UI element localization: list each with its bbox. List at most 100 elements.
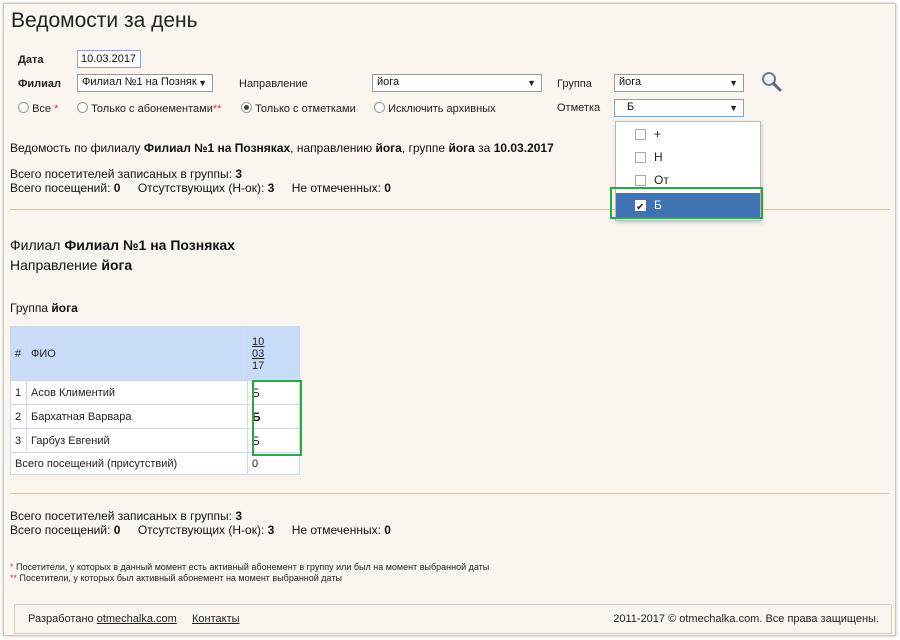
- row-name: Гарбуз Евгений: [26, 428, 248, 453]
- row-mark[interactable]: Б: [247, 428, 300, 453]
- date-day-link[interactable]: 10: [252, 336, 295, 348]
- direction-select-value: йога: [377, 76, 400, 88]
- page-title: Ведомости за день: [11, 9, 198, 32]
- checkbox-checked[interactable]: [635, 196, 646, 220]
- mark-option-label: +: [654, 127, 662, 141]
- col-name-header: ФИО: [26, 326, 248, 381]
- visits-value: 0: [113, 181, 121, 195]
- radio-subscriptions-control[interactable]: [77, 102, 88, 113]
- row-mark[interactable]: Б: [247, 404, 300, 429]
- radio-with-marks-control[interactable]: [241, 102, 252, 113]
- enrolled-label: Всего посетителей записаных в группы:: [10, 167, 233, 181]
- radio-all-asterisk: *: [54, 103, 59, 115]
- summary-direction: йога: [375, 141, 402, 155]
- mark-option-plus[interactable]: +: [616, 123, 760, 145]
- checkbox[interactable]: [635, 129, 646, 140]
- branch-select-value: Филиал №1 на Позняк: [82, 76, 197, 88]
- section-group-prefix: Группа: [10, 301, 49, 315]
- total-label: Всего посещений (присутствий): [10, 452, 248, 475]
- radio-all-label: Все: [32, 103, 52, 115]
- chevron-down-icon: ▼: [729, 103, 738, 113]
- enrolled-stat: Всего посетителей записаных в группы: 3: [10, 167, 242, 181]
- radio-exclude-archived[interactable]: Исключить архивных: [374, 102, 496, 115]
- mark-select[interactable]: Б ▼: [614, 99, 744, 117]
- page-frame: Ведомости за день Дата 10.03.2017 Филиал…: [3, 3, 896, 636]
- absent-label: Отсутствующих (Н-ок):: [137, 523, 265, 537]
- attendance-table: # ФИО 10 03 17 1 Асов Климентий Б 2 Барх…: [10, 326, 300, 475]
- enrolled-value: 3: [235, 509, 243, 523]
- col-date-header[interactable]: 10 03 17: [247, 326, 300, 381]
- row-num: 1: [10, 380, 27, 405]
- site-link[interactable]: otmechalka.com: [97, 613, 177, 625]
- group-label: Группа: [557, 78, 592, 90]
- visits-stats-bottom: Всего посещений: 0 Отсутствующих (Н-ок):…: [10, 523, 391, 537]
- summary-group: йога: [448, 141, 475, 155]
- radio-subscriptions-label: Только с абонементами: [91, 103, 213, 115]
- radio-with-marks-label: Только с отметками: [255, 103, 356, 115]
- direction-select[interactable]: йога ▼: [372, 74, 542, 92]
- enrolled-value: 3: [235, 167, 243, 181]
- visits-value: 0: [113, 523, 121, 537]
- mark-option-b[interactable]: Б: [616, 193, 760, 220]
- unmarked-label: Не отмеченных:: [291, 181, 381, 195]
- search-icon[interactable]: [760, 70, 782, 92]
- mark-option-ot[interactable]: От: [616, 169, 760, 191]
- table-row: 1 Асов Климентий Б: [10, 380, 300, 405]
- row-name: Бархатная Варвара: [26, 404, 248, 429]
- mark-option-label: Б: [654, 198, 662, 212]
- table-row: 3 Гарбуз Евгений Б: [10, 428, 300, 453]
- row-num: 2: [10, 404, 27, 429]
- mark-option-label: Н: [654, 150, 663, 164]
- contacts-link[interactable]: Контакты: [192, 613, 240, 625]
- table-header-row: # ФИО 10 03 17: [10, 326, 300, 381]
- summary-sep-direction: , направлению: [290, 141, 373, 155]
- mark-dropdown: + Н От Б: [615, 121, 761, 221]
- divider: [10, 493, 890, 494]
- absent-label: Отсутствующих (Н-ок):: [137, 181, 265, 195]
- footnote-2: ** Посетители, у которых был активный аб…: [10, 573, 342, 583]
- absent-value: 3: [267, 523, 275, 537]
- checkbox[interactable]: [635, 152, 646, 163]
- date-month-link[interactable]: 03: [252, 348, 295, 360]
- radio-exclude-archived-control[interactable]: [374, 102, 385, 113]
- visits-stats: Всего посещений: 0 Отсутствующих (Н-ок):…: [10, 181, 391, 195]
- chevron-down-icon: ▼: [527, 78, 536, 88]
- direction-label: Направление: [239, 78, 308, 90]
- section-direction-prefix: Направление: [10, 257, 98, 273]
- chevron-down-icon: ▼: [729, 78, 738, 88]
- summary-sep-date: за: [478, 141, 491, 155]
- branch-select[interactable]: Филиал №1 на Позняк ▼: [77, 74, 213, 92]
- radio-all[interactable]: Все *: [18, 102, 58, 115]
- checkbox[interactable]: [635, 175, 646, 186]
- section-group: Группа йога: [10, 301, 78, 315]
- radio-exclude-archived-label: Исключить архивных: [388, 103, 496, 115]
- row-mark[interactable]: Б: [247, 380, 300, 405]
- mark-option-n[interactable]: Н: [616, 146, 760, 168]
- visits-label: Всего посещений:: [10, 523, 111, 537]
- radio-subscriptions[interactable]: Только с абонементами**: [77, 102, 221, 115]
- date-input[interactable]: 10.03.2017: [77, 50, 141, 68]
- footnote-1-text: Посетители, у которых в данный момент ес…: [16, 562, 490, 572]
- footnote-1: * Посетители, у которых в данный момент …: [10, 562, 489, 572]
- unmarked-value: 0: [384, 181, 391, 195]
- absent-value: 3: [267, 181, 275, 195]
- footnote-2-mark: **: [10, 573, 18, 583]
- row-name: Асов Климентий: [26, 380, 248, 405]
- chevron-down-icon: ▼: [198, 78, 207, 88]
- footer-developed: Разработано otmechalka.com: [28, 613, 177, 625]
- radio-all-control[interactable]: [18, 102, 29, 113]
- section-branch: Филиал Филиал №1 на Позняках: [10, 237, 235, 253]
- date-year: 17: [252, 359, 265, 372]
- total-value: 0: [247, 452, 300, 475]
- row-num: 3: [10, 428, 27, 453]
- group-select[interactable]: йога ▼: [614, 74, 744, 92]
- radio-with-marks[interactable]: Только с отметками: [241, 102, 356, 115]
- date-label: Дата: [18, 54, 44, 66]
- unmarked-value: 0: [384, 523, 391, 537]
- radio-subscriptions-asterisk: **: [212, 103, 222, 115]
- summary-branch: Филиал №1 на Позняках: [143, 141, 291, 155]
- section-direction: Направление йога: [10, 257, 132, 273]
- table-row: 2 Бархатная Варвара Б: [10, 404, 300, 429]
- section-direction-name: йога: [101, 257, 133, 273]
- summary-line: Ведомость по филиалу Филиал №1 на Позняк…: [10, 141, 554, 155]
